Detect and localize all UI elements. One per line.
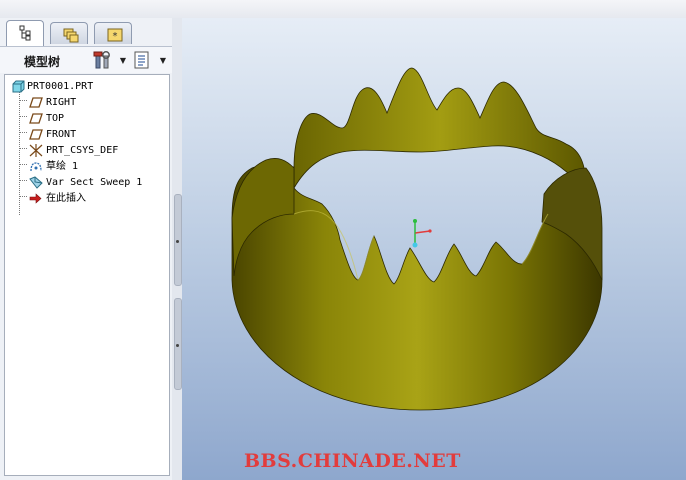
tree-connector: [19, 196, 27, 197]
tab-favorites[interactable]: *: [94, 22, 132, 44]
tree-connector: [19, 116, 27, 117]
chevron-down-icon: ▼: [119, 56, 126, 65]
panel-splitter[interactable]: [172, 18, 182, 480]
tab-model-tree[interactable]: [6, 20, 44, 46]
tree-item-label: TOP: [46, 113, 65, 124]
tree-item-label: PRT_CSYS_DEF: [46, 145, 119, 156]
tree-connector: [19, 148, 27, 149]
splitter-grip[interactable]: [174, 298, 182, 390]
chevron-down-icon: ▼: [159, 56, 166, 65]
navigator-panel: * 模型树 ▼ ▼ PRT0001.PRT RIGHT TOP FRONT PR…: [0, 18, 183, 480]
model-tree: PRT0001.PRT RIGHT TOP FRONT PRT_CSYS_DEF: [4, 74, 170, 476]
sketch-icon: [30, 162, 42, 172]
insert-here-arrow-icon: [29, 193, 42, 204]
tree-connector: [19, 180, 27, 181]
show-dropdown-button[interactable]: ▼: [132, 50, 166, 70]
csys-icon: [29, 144, 43, 157]
tree-item-label: FRONT: [46, 129, 77, 140]
settings-dropdown-button[interactable]: ▼: [92, 50, 126, 70]
svg-text:*: *: [113, 31, 118, 42]
list-settings-icon: [134, 51, 149, 69]
top-toolbar-strip: [0, 0, 686, 19]
tree-item-label: 在此插入: [46, 193, 86, 204]
navigator-tabs: *: [4, 20, 180, 46]
sweep-icon: [29, 176, 43, 189]
part-icon: [12, 80, 25, 93]
model-tree-toolbar: 模型树 ▼ ▼: [0, 46, 172, 73]
datum-plane-icon: [29, 97, 43, 108]
tree-item-label: RIGHT: [46, 97, 77, 108]
tab-folder-browser[interactable]: [50, 22, 88, 44]
splitter-grip[interactable]: [174, 194, 182, 286]
datum-plane-icon: [29, 129, 43, 140]
watermark-text: BBS.CHINADE.NET: [244, 450, 461, 472]
datum-plane-icon: [29, 113, 43, 124]
tree-connector: [19, 100, 27, 101]
tree-item-label: Var Sect Sweep 1: [46, 177, 143, 188]
folder-browser-icon: [63, 28, 79, 43]
tree-connector: [19, 132, 27, 133]
tree-item-label: PRT0001.PRT: [27, 81, 94, 92]
tree-item-label: 草绘 1: [46, 161, 79, 172]
model-tree-title: 模型树: [24, 55, 61, 69]
model-back-wall: [293, 67, 587, 196]
tree-connector: [19, 164, 27, 165]
coordinate-triad-icon: [412, 219, 432, 248]
3d-model[interactable]: [182, 18, 686, 480]
model-tree-icon: [19, 25, 31, 41]
favorites-icon: *: [107, 28, 123, 42]
tools-icon: [93, 51, 110, 69]
graphics-window[interactable]: BBS.CHINADE.NET: [182, 18, 686, 480]
